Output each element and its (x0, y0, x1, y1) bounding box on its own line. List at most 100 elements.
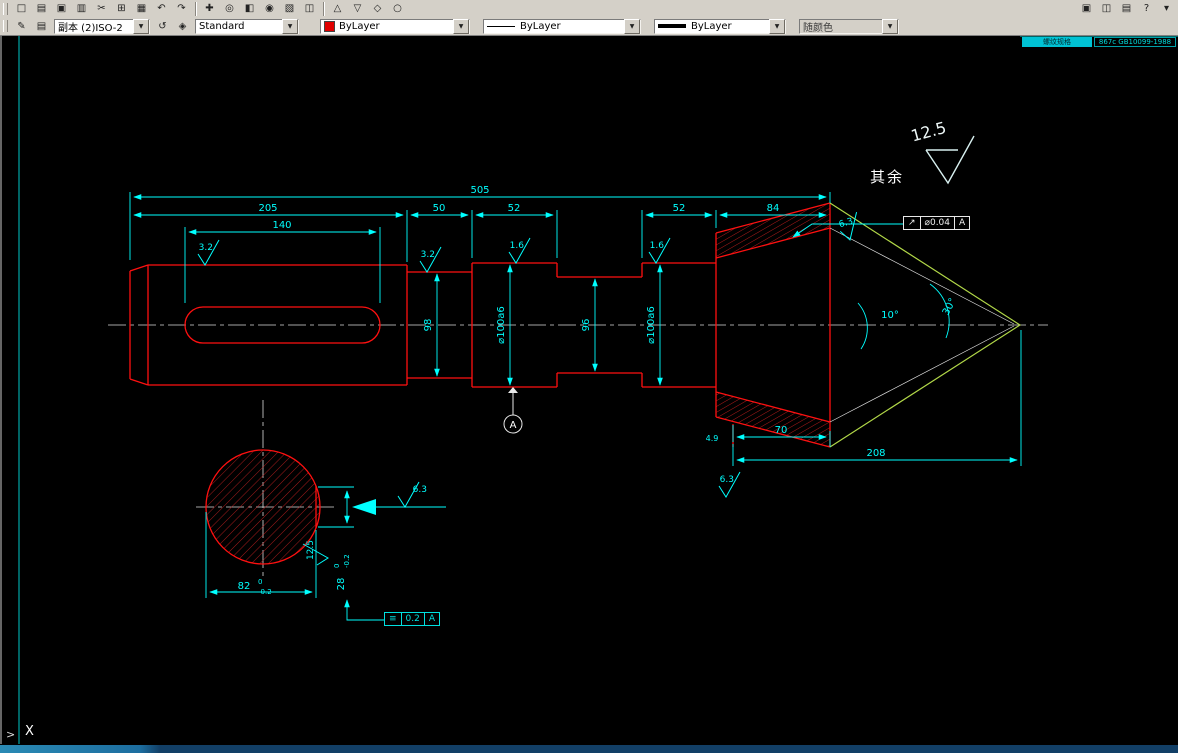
dim-len3: 52 (508, 203, 521, 214)
general-roughness-value: 12.5 (909, 118, 948, 146)
zoom-previous-button[interactable]: ◉ (260, 0, 279, 17)
copy-button[interactable]: ⊞ (112, 0, 131, 17)
dim-keyway-length: 140 (272, 220, 291, 231)
cut-button[interactable]: ✂ (92, 0, 111, 17)
properties-button[interactable]: ▧ (280, 0, 299, 17)
roughness-value: 6.3 (413, 485, 427, 495)
layer-previous-button[interactable]: ↺ (153, 17, 172, 35)
make-layer-current-button[interactable]: ✎ (12, 17, 31, 35)
dim-dia1: 98 (423, 319, 434, 332)
dim-keyway-width-group: 28 0 -0.2 (333, 554, 351, 590)
dim-keyway-width: 28 (336, 578, 347, 591)
chevron-down-icon[interactable]: ▼ (624, 18, 640, 34)
style-combo-value: Standard (199, 20, 245, 32)
toolbar-row-properties: ✎ ▤ 副本 (2)ISO-2 ▼ ↺ ◈ Standard ▼ ByLayer… (0, 17, 1178, 35)
roughness-icon: 6.3 (838, 211, 858, 241)
titleblock-cell-highlighted: 螺纹规格 (1022, 37, 1092, 47)
undo-button[interactable]: ↶ (152, 0, 171, 17)
redo-button[interactable]: ↷ (172, 0, 191, 17)
object-snap-button[interactable]: ▣ (1077, 0, 1096, 17)
chevron-down-icon[interactable]: ▼ (133, 18, 149, 34)
layers-dialog-button[interactable]: ▤ (32, 17, 51, 35)
dim-dia3: 96 (581, 319, 592, 332)
dim-section-tol-lo: -0.2 (258, 588, 272, 596)
tolerance-value: 0.2 (401, 612, 425, 626)
roughness-value: 3.2 (421, 250, 435, 260)
taskbar-edge[interactable] (0, 745, 1178, 753)
general-roughness-icon (925, 135, 975, 185)
dim-angle1: 10° (881, 310, 899, 321)
dim-dia2: ⌀100a6 (496, 306, 507, 344)
tolerance-datum: A (955, 216, 971, 230)
draw-button[interactable]: △ (328, 0, 347, 17)
toolbar-grip[interactable] (3, 2, 8, 15)
zoom-window-button[interactable]: ◧ (240, 0, 259, 17)
toolbar-grip[interactable] (3, 20, 8, 32)
dimension-button[interactable]: ◇ (368, 0, 387, 17)
layer-combo-value: 副本 (2)ISO-2 (58, 22, 123, 34)
roughness-value: 6.3 (720, 475, 734, 485)
new-button[interactable]: □ (12, 0, 31, 17)
roughness-icon: 1.6 (648, 237, 671, 264)
linetype-combo[interactable]: ByLayer ▼ (483, 18, 641, 34)
designcenter-button[interactable]: ◫ (300, 0, 319, 17)
roughness-value: 3.2 (199, 243, 213, 253)
chevron-down-icon[interactable]: ▼ (769, 18, 785, 34)
lineweight-combo[interactable]: ByLayer ▼ (654, 18, 786, 34)
tolerance-datum: A (424, 612, 441, 626)
chevron-down-icon[interactable]: ▼ (453, 18, 469, 34)
datum-letter: A (510, 420, 517, 431)
paste-button[interactable]: ▦ (132, 0, 151, 17)
dim-section-tol-hi: 0 (258, 578, 262, 586)
dim-tip-length: 208 (866, 448, 885, 459)
dim-keyway-tol-hi: 0 (333, 564, 341, 568)
section-view (205, 449, 321, 565)
roughness-icon: 6.3 (718, 471, 741, 498)
drawing-canvas[interactable]: 505 205 140 50 52 52 84 70 208 98 ⌀100a6… (0, 0, 1178, 753)
general-roughness-label: 其余 (870, 168, 905, 186)
ucs-x-axis-label: X (25, 724, 34, 739)
layer-combo[interactable]: 副本 (2)ISO-2 ▼ (54, 18, 150, 34)
save-button[interactable]: ▣ (52, 0, 71, 17)
color-combo-value: ByLayer (339, 20, 380, 32)
tolerance-frame-symmetry: ≡ 0.2 A (384, 612, 441, 626)
layer-states-button[interactable]: ◈ (173, 17, 192, 35)
view-button[interactable]: ▤ (1117, 0, 1136, 17)
roughness-value: 1.6 (650, 241, 665, 251)
runout-symbol-icon: ↗ (903, 216, 921, 230)
datum-symbol: A (503, 387, 523, 434)
lineweight-preview-icon (658, 24, 686, 28)
dimension-text: 505 205 140 50 52 52 84 70 208 98 ⌀100a6… (238, 185, 959, 596)
layers-toolbar-button[interactable]: ○ (388, 0, 407, 17)
dim-len5: 84 (767, 203, 780, 214)
dim-cone-length: 70 (775, 425, 788, 436)
dim-keyway-tol-lo: -0.2 (343, 554, 351, 568)
toolbar-right-group: ▣ ◫ ▤ ? ▾ (1077, 0, 1176, 17)
cad-application-window: 505 205 140 50 52 52 84 70 208 98 ⌀100a6… (0, 0, 1178, 753)
open-button[interactable]: ▤ (32, 0, 51, 17)
ucs-button[interactable]: ◫ (1097, 0, 1116, 17)
tolerance-value: ⌀0.04 (920, 216, 956, 230)
roughness-value: 1.6 (510, 241, 525, 251)
print-button[interactable]: ▥ (72, 0, 91, 17)
toolbar-separator (195, 1, 196, 16)
linetype-combo-value: ByLayer (520, 20, 561, 32)
color-combo[interactable]: ByLayer ▼ (320, 18, 470, 34)
dim-len2: 50 (433, 203, 446, 214)
pan-button[interactable]: ✚ (200, 0, 219, 17)
lineweight-combo-value: ByLayer (691, 20, 732, 32)
help-button[interactable]: ? (1137, 0, 1156, 17)
tolerance-frame-runout: ↗ ⌀0.04 A (903, 216, 971, 230)
zoom-button[interactable]: ◎ (220, 0, 239, 17)
dim-total: 505 (470, 185, 489, 196)
modify-button[interactable]: ▽ (348, 0, 367, 17)
roughness-icon: 12.5 (302, 540, 329, 566)
canvas-frame-lines (18, 35, 1178, 744)
roughness-icon: 3.2 (197, 239, 220, 266)
plotstyle-combo: 随颜色 ▼ (799, 18, 899, 34)
chevron-down-icon[interactable]: ▼ (282, 18, 298, 34)
dim-len4: 52 (673, 203, 686, 214)
style-combo[interactable]: Standard ▼ (195, 18, 299, 34)
toolbar-options-button[interactable]: ▾ (1157, 0, 1176, 17)
toolbar-separator (323, 1, 324, 16)
